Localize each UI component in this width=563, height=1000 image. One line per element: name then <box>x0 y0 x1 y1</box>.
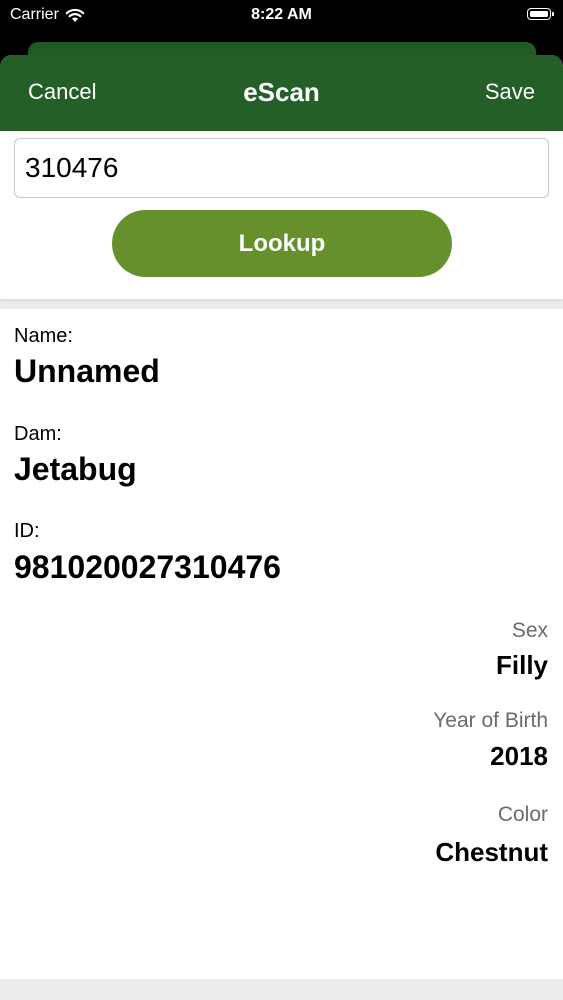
chip-number-input[interactable] <box>14 138 549 198</box>
battery-icon <box>527 8 554 20</box>
horse-details-card: Name: Unnamed Dam: Jetabug ID: 981020027… <box>0 309 563 979</box>
search-panel: Lookup <box>0 131 563 299</box>
page-title: eScan <box>243 77 320 107</box>
name-value: Unnamed <box>14 353 160 389</box>
year-of-birth-value: 2018 <box>490 741 548 771</box>
color-label: Color <box>497 803 548 826</box>
save-button[interactable]: Save <box>485 79 535 105</box>
app-screen: Carrier 8:22 AM Cancel eScan Save Lookup… <box>0 0 563 1000</box>
status-bar: Carrier 8:22 AM <box>0 0 563 30</box>
name-label: Name: <box>14 325 73 347</box>
dam-label: Dam: <box>14 423 62 445</box>
dam-value: Jetabug <box>14 451 137 487</box>
navigation-bar: Cancel eScan Save <box>0 55 563 131</box>
scan-sheet: Cancel eScan Save Lookup Name: Unnamed D… <box>0 55 563 1000</box>
id-value: 981020027310476 <box>14 549 281 585</box>
color-value: Chestnut <box>435 837 548 867</box>
lookup-button[interactable]: Lookup <box>112 210 452 277</box>
status-time: 8:22 AM <box>251 6 312 23</box>
id-label: ID: <box>14 520 40 542</box>
year-of-birth-label: Year of Birth <box>433 709 548 732</box>
sex-label: Sex <box>511 619 548 642</box>
sex-value: Filly <box>495 650 548 680</box>
